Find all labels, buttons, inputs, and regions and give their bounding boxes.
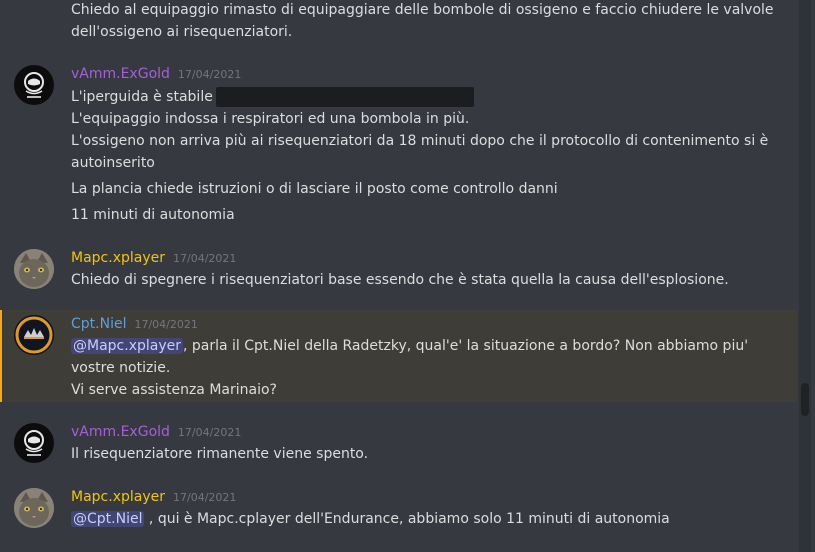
user-mention[interactable]: @Cpt.Niel	[71, 511, 145, 527]
timestamp[interactable]: 17/04/2021	[178, 64, 241, 86]
message-header: Mapc.xplayer 17/04/2021	[71, 486, 236, 509]
scrollbar-thumb[interactable]	[801, 383, 809, 416]
astronaut-icon	[24, 430, 44, 456]
message-text: Chiedo di spegnere i risequenziatori bas…	[71, 272, 729, 288]
message-text: @Mapc.xplayer, parla il Cpt.Niel della R…	[71, 335, 748, 357]
cat-icon	[14, 488, 54, 528]
message-text: Il risequenziatore rimanente viene spent…	[71, 446, 369, 462]
cat-icon	[14, 249, 54, 289]
username[interactable]: vAmm.ExGold	[71, 63, 170, 85]
message-text: Chiedo al equipaggio rimasto di equipagg…	[71, 2, 774, 18]
message-header: vAmm.ExGold 17/04/2021	[71, 421, 241, 444]
timestamp[interactable]: 17/04/2021	[173, 248, 236, 270]
chat-messages: Chiedo al equipaggio rimasto di equipagg…	[0, 0, 797, 552]
username[interactable]: vAmm.ExGold	[71, 421, 170, 443]
ring-icon	[14, 315, 54, 355]
redacted-block	[215, 87, 474, 107]
avatar[interactable]	[14, 315, 54, 355]
message-text: 11 minuti di autonomia	[71, 207, 235, 223]
message-text: La plancia chiede istruzioni o di lascia…	[71, 181, 558, 197]
timestamp[interactable]: 17/04/2021	[173, 487, 236, 509]
message-header: vAmm.ExGold 17/04/2021	[71, 63, 241, 86]
avatar[interactable]	[14, 423, 54, 463]
message-text: Vi serve assistenza Marinaio?	[71, 382, 277, 398]
avatar[interactable]	[14, 488, 54, 528]
avatar[interactable]	[14, 65, 54, 105]
astronaut-icon	[24, 72, 44, 98]
scrollbar-track[interactable]	[799, 0, 811, 552]
message-header: Cpt.Niel 17/04/2021	[71, 313, 198, 336]
message-text: L'iperguida è stabile	[71, 86, 474, 108]
message-header: Mapc.xplayer 17/04/2021	[71, 247, 236, 270]
message-text: dell'ossigeno ai risequenziatori.	[71, 24, 293, 40]
username[interactable]: Cpt.Niel	[71, 313, 126, 335]
message-line: , parla il Cpt.Niel della Radetzky, qual…	[183, 338, 749, 354]
message-text: vostre notizie.	[71, 360, 171, 376]
message-text: L'equipaggio indossa i respiratori ed un…	[71, 111, 470, 127]
message-text: L'ossigeno non arriva più ai risequenzia…	[71, 133, 769, 149]
user-mention[interactable]: @Mapc.xplayer	[71, 338, 183, 354]
avatar[interactable]	[14, 249, 54, 289]
username[interactable]: Mapc.xplayer	[71, 247, 165, 269]
message-text: @Cpt.Niel , qui è Mapc.cplayer dell'Endu…	[71, 508, 670, 530]
message-text: autoinserito	[71, 155, 155, 171]
message-line: L'iperguida è stabile	[71, 89, 213, 105]
timestamp[interactable]: 17/04/2021	[134, 314, 197, 336]
message-line: , qui è Mapc.cplayer dell'Endurance, abb…	[144, 511, 670, 527]
username[interactable]: Mapc.xplayer	[71, 486, 165, 508]
timestamp[interactable]: 17/04/2021	[178, 422, 241, 444]
